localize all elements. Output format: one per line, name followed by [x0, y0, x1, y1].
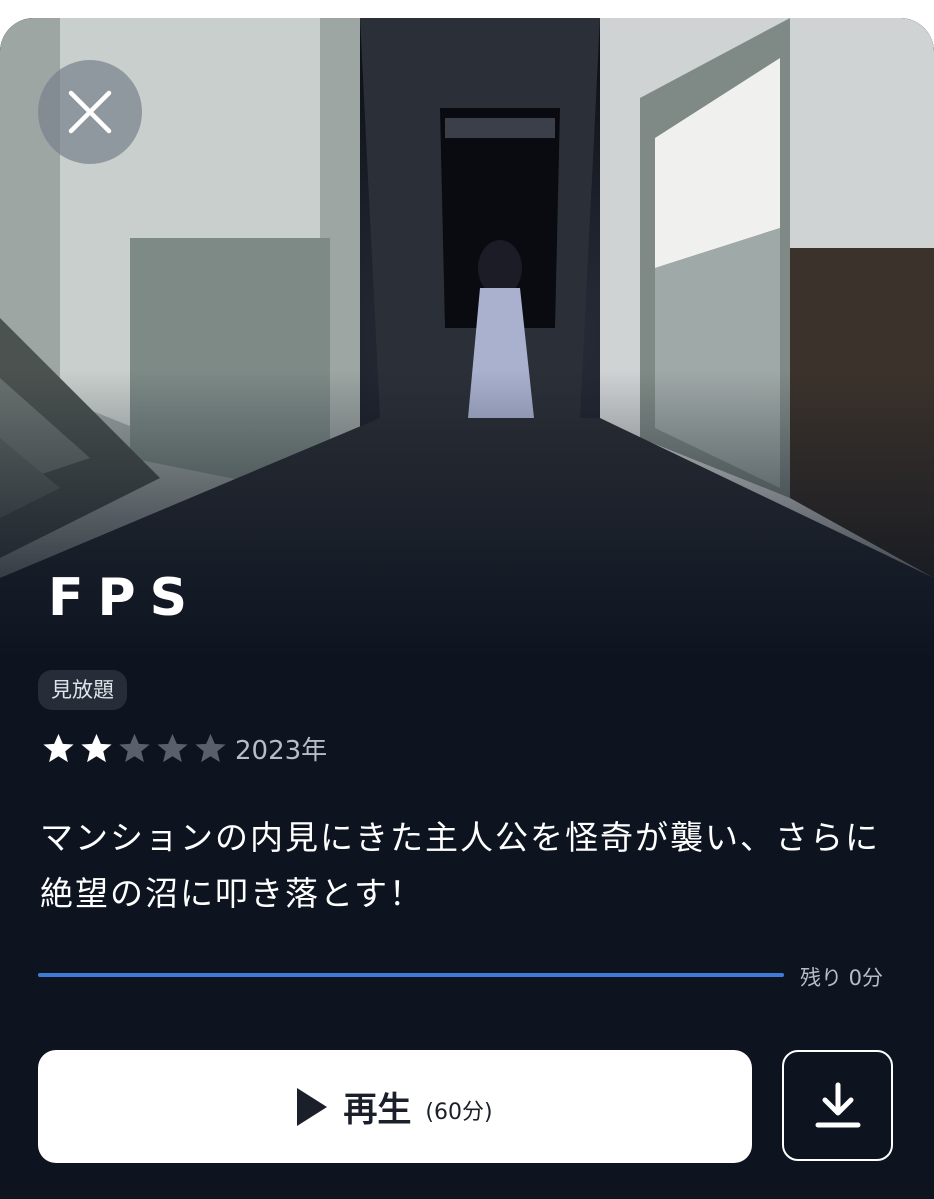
play-button[interactable]: 再生 (60分) — [38, 1050, 752, 1163]
unlimited-badge: 見放題 — [38, 670, 127, 710]
release-year: 2023年 — [235, 735, 328, 766]
star-empty-icon — [195, 733, 226, 762]
progress-fill — [38, 973, 784, 977]
close-button[interactable] — [38, 60, 142, 164]
content-title: FPS — [48, 568, 202, 628]
detail-card: FPS 見放題 2023年 マンションの内見にきた主人公を怪奇が襲い、さらに絶望… — [0, 18, 934, 1199]
play-icon — [297, 1087, 328, 1126]
rating-row: 2023年 — [40, 728, 327, 768]
star-rating — [40, 730, 229, 767]
play-label: 再生 — [343, 1090, 412, 1130]
play-duration: (60分) — [425, 1099, 493, 1125]
description: マンションの内見にきた主人公を怪奇が襲い、さらに絶望の沼に叩き落とす！ — [40, 818, 880, 913]
progress-bar — [38, 973, 784, 977]
star-filled-icon — [81, 733, 112, 762]
star-filled-icon — [43, 733, 74, 762]
close-icon — [68, 90, 112, 134]
download-button[interactable] — [782, 1050, 893, 1161]
star-empty-icon — [157, 733, 188, 762]
download-icon — [815, 1082, 860, 1127]
remaining-time: 残り 0分 — [800, 966, 884, 990]
star-empty-icon — [119, 733, 150, 762]
